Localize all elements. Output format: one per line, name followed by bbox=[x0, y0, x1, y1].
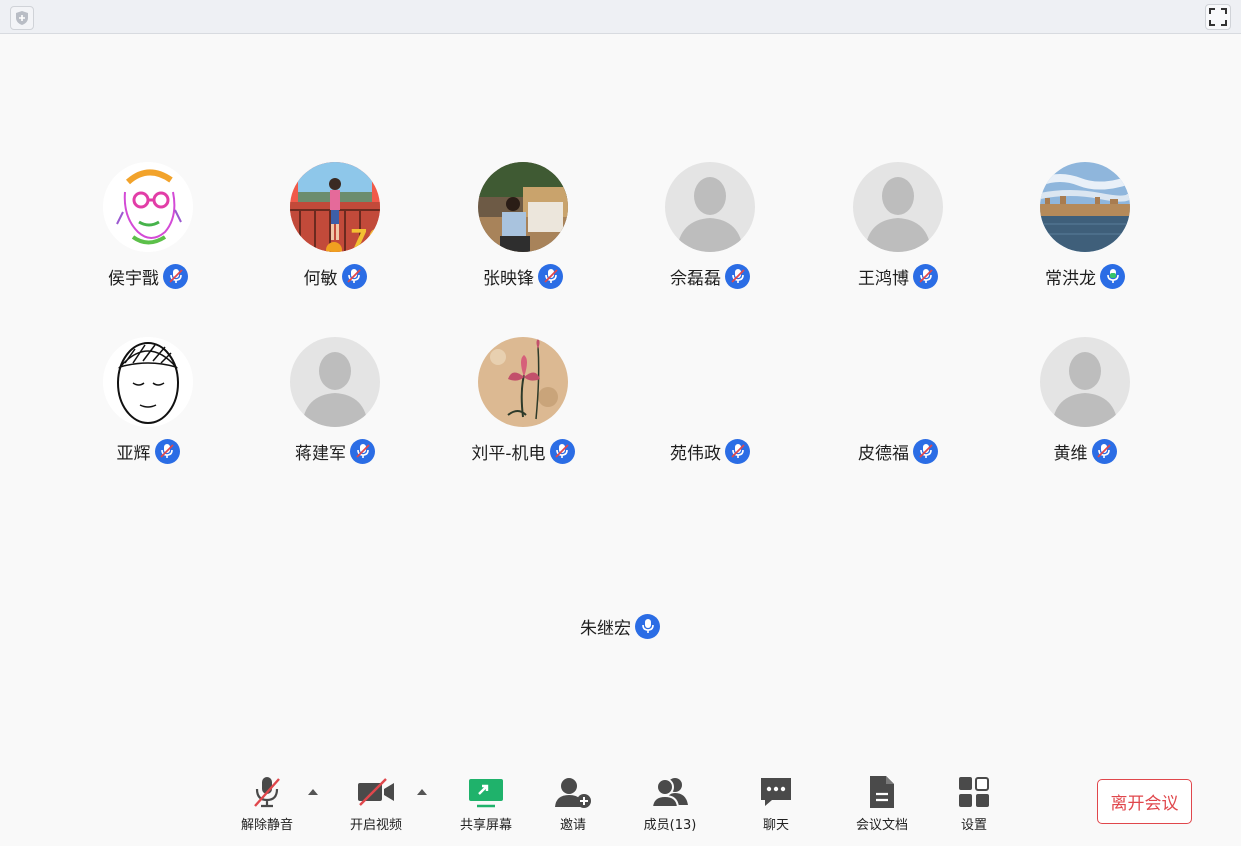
share-screen-icon bbox=[464, 772, 508, 812]
members-label: 成员(13) bbox=[643, 818, 697, 833]
mic-muted-icon bbox=[341, 263, 367, 289]
settings-button[interactable]: 设置 bbox=[949, 772, 999, 834]
participant-name-row: 黄维 bbox=[1005, 438, 1165, 464]
share-screen-button[interactable]: 共享屏幕 bbox=[455, 772, 517, 834]
participant-name-row: 佘磊磊 bbox=[630, 263, 790, 289]
start-video-label: 开启视频 bbox=[349, 818, 402, 833]
mic-on-icon bbox=[635, 613, 660, 639]
svg-text:70: 70 bbox=[350, 225, 380, 252]
participant-name-row: 苑伟政 bbox=[630, 438, 790, 464]
add-user-icon bbox=[551, 772, 595, 812]
mic-muted-icon bbox=[154, 438, 180, 464]
settings-label: 设置 bbox=[960, 818, 987, 833]
mic-muted-icon bbox=[913, 263, 938, 289]
invite-label: 邀请 bbox=[559, 818, 586, 833]
video-options-caret[interactable] bbox=[415, 786, 429, 798]
photo-person-icon bbox=[478, 162, 568, 252]
unmute-label: 解除静音 bbox=[240, 818, 293, 833]
participant-name-row: 皮德福 bbox=[818, 438, 978, 464]
participant-name-row: 常洪龙 bbox=[1005, 263, 1165, 289]
default-avatar-icon bbox=[853, 162, 943, 252]
mic-off-icon bbox=[245, 772, 289, 812]
lotus-painting-icon bbox=[478, 337, 568, 427]
mic-muted-icon bbox=[163, 263, 188, 289]
participant-name: 张映锋 bbox=[483, 268, 534, 289]
participant-tile[interactable]: 黄维 bbox=[1005, 337, 1165, 477]
sketch-face-icon bbox=[103, 162, 193, 252]
participant-name: 黄维 bbox=[1053, 443, 1088, 464]
participant-name-row: 朱继宏 bbox=[540, 613, 700, 639]
fullscreen-icon bbox=[1209, 8, 1227, 26]
landscape-photo-icon bbox=[1040, 162, 1130, 252]
participant-tile[interactable]: 王鸿博 bbox=[818, 162, 978, 302]
participant-name-row: 张映锋 bbox=[443, 263, 603, 289]
participant-tile[interactable]: 常洪龙 bbox=[1005, 162, 1165, 302]
participant-tile[interactable]: 张映锋 bbox=[443, 162, 603, 302]
caret-up-icon bbox=[417, 789, 427, 795]
audio-options-caret[interactable] bbox=[306, 786, 320, 798]
mic-muted-icon bbox=[1091, 438, 1117, 464]
participant-name: 常洪龙 bbox=[1045, 268, 1096, 289]
mic-muted-icon bbox=[538, 263, 563, 289]
mic-muted-icon bbox=[913, 438, 938, 464]
meeting-docs-button[interactable]: 会议文档 bbox=[852, 772, 912, 834]
default-avatar-icon bbox=[665, 162, 755, 252]
participant-name-row: 何敏 bbox=[255, 263, 415, 289]
caret-up-icon bbox=[308, 789, 318, 795]
members-button[interactable]: 成员(13) bbox=[641, 772, 699, 834]
participant-name: 亚辉 bbox=[116, 443, 151, 464]
default-avatar-icon bbox=[1040, 337, 1130, 427]
camera-off-icon bbox=[354, 772, 398, 812]
start-video-button[interactable]: 开启视频 bbox=[345, 772, 407, 834]
participant-name-row: 刘平-机电 bbox=[443, 438, 603, 464]
unmute-button[interactable]: 解除静音 bbox=[237, 772, 297, 834]
default-avatar-icon bbox=[290, 337, 380, 427]
participant-name: 侯宇戬 bbox=[108, 268, 159, 289]
participant-tile[interactable]: 70 何敏 bbox=[255, 162, 415, 302]
top-bar bbox=[0, 0, 1241, 34]
share-screen-label: 共享屏幕 bbox=[459, 818, 512, 833]
participant-name: 苑伟政 bbox=[670, 443, 721, 464]
mic-speaking-icon bbox=[1100, 263, 1125, 289]
participant-name: 刘平-机电 bbox=[471, 443, 546, 464]
document-icon bbox=[860, 772, 904, 812]
participant-tile[interactable]: 佘磊磊 bbox=[630, 162, 790, 302]
mic-muted-icon bbox=[350, 438, 375, 464]
participant-tile[interactable]: 亚辉 bbox=[68, 337, 228, 477]
mic-muted-icon bbox=[725, 438, 750, 464]
participant-tile[interactable]: 朱继宏 bbox=[540, 512, 700, 652]
participant-name-row: 王鸿博 bbox=[818, 263, 978, 289]
participant-tile[interactable]: 刘平-机电 bbox=[443, 337, 603, 477]
shield-icon bbox=[16, 11, 28, 25]
participant-name: 蒋建军 bbox=[295, 443, 346, 464]
fullscreen-button[interactable] bbox=[1205, 4, 1231, 30]
members-icon bbox=[648, 772, 692, 812]
participant-name-row: 侯宇戬 bbox=[68, 263, 228, 289]
security-shield-button[interactable] bbox=[10, 6, 34, 30]
participant-tile[interactable]: 蒋建军 bbox=[255, 337, 415, 477]
invite-button[interactable]: 邀请 bbox=[548, 772, 598, 834]
participant-name: 王鸿博 bbox=[858, 268, 909, 289]
participant-name: 何敏 bbox=[303, 268, 338, 289]
participant-tile[interactable]: 皮德福 bbox=[818, 337, 978, 477]
meeting-docs-label: 会议文档 bbox=[855, 818, 908, 833]
mic-muted-icon bbox=[725, 263, 750, 289]
leave-meeting-button[interactable]: 离开会议 bbox=[1097, 779, 1192, 824]
participant-tile[interactable]: 侯宇戬 bbox=[68, 162, 228, 302]
photo-person-icon: 70 bbox=[290, 162, 380, 252]
participant-name: 佘磊磊 bbox=[670, 268, 721, 289]
chat-label: 聊天 bbox=[762, 818, 789, 833]
settings-grid-icon bbox=[952, 772, 996, 812]
participant-tile[interactable]: 苑伟政 bbox=[630, 337, 790, 477]
participant-name: 皮德福 bbox=[858, 443, 909, 464]
mic-muted-icon bbox=[549, 438, 575, 464]
participant-name: 朱继宏 bbox=[580, 618, 631, 639]
chat-bubble-icon bbox=[754, 772, 798, 812]
chat-button[interactable]: 聊天 bbox=[751, 772, 801, 834]
participant-name-row: 蒋建军 bbox=[255, 438, 415, 464]
drawn-face-icon bbox=[103, 337, 193, 427]
participant-name-row: 亚辉 bbox=[68, 438, 228, 464]
